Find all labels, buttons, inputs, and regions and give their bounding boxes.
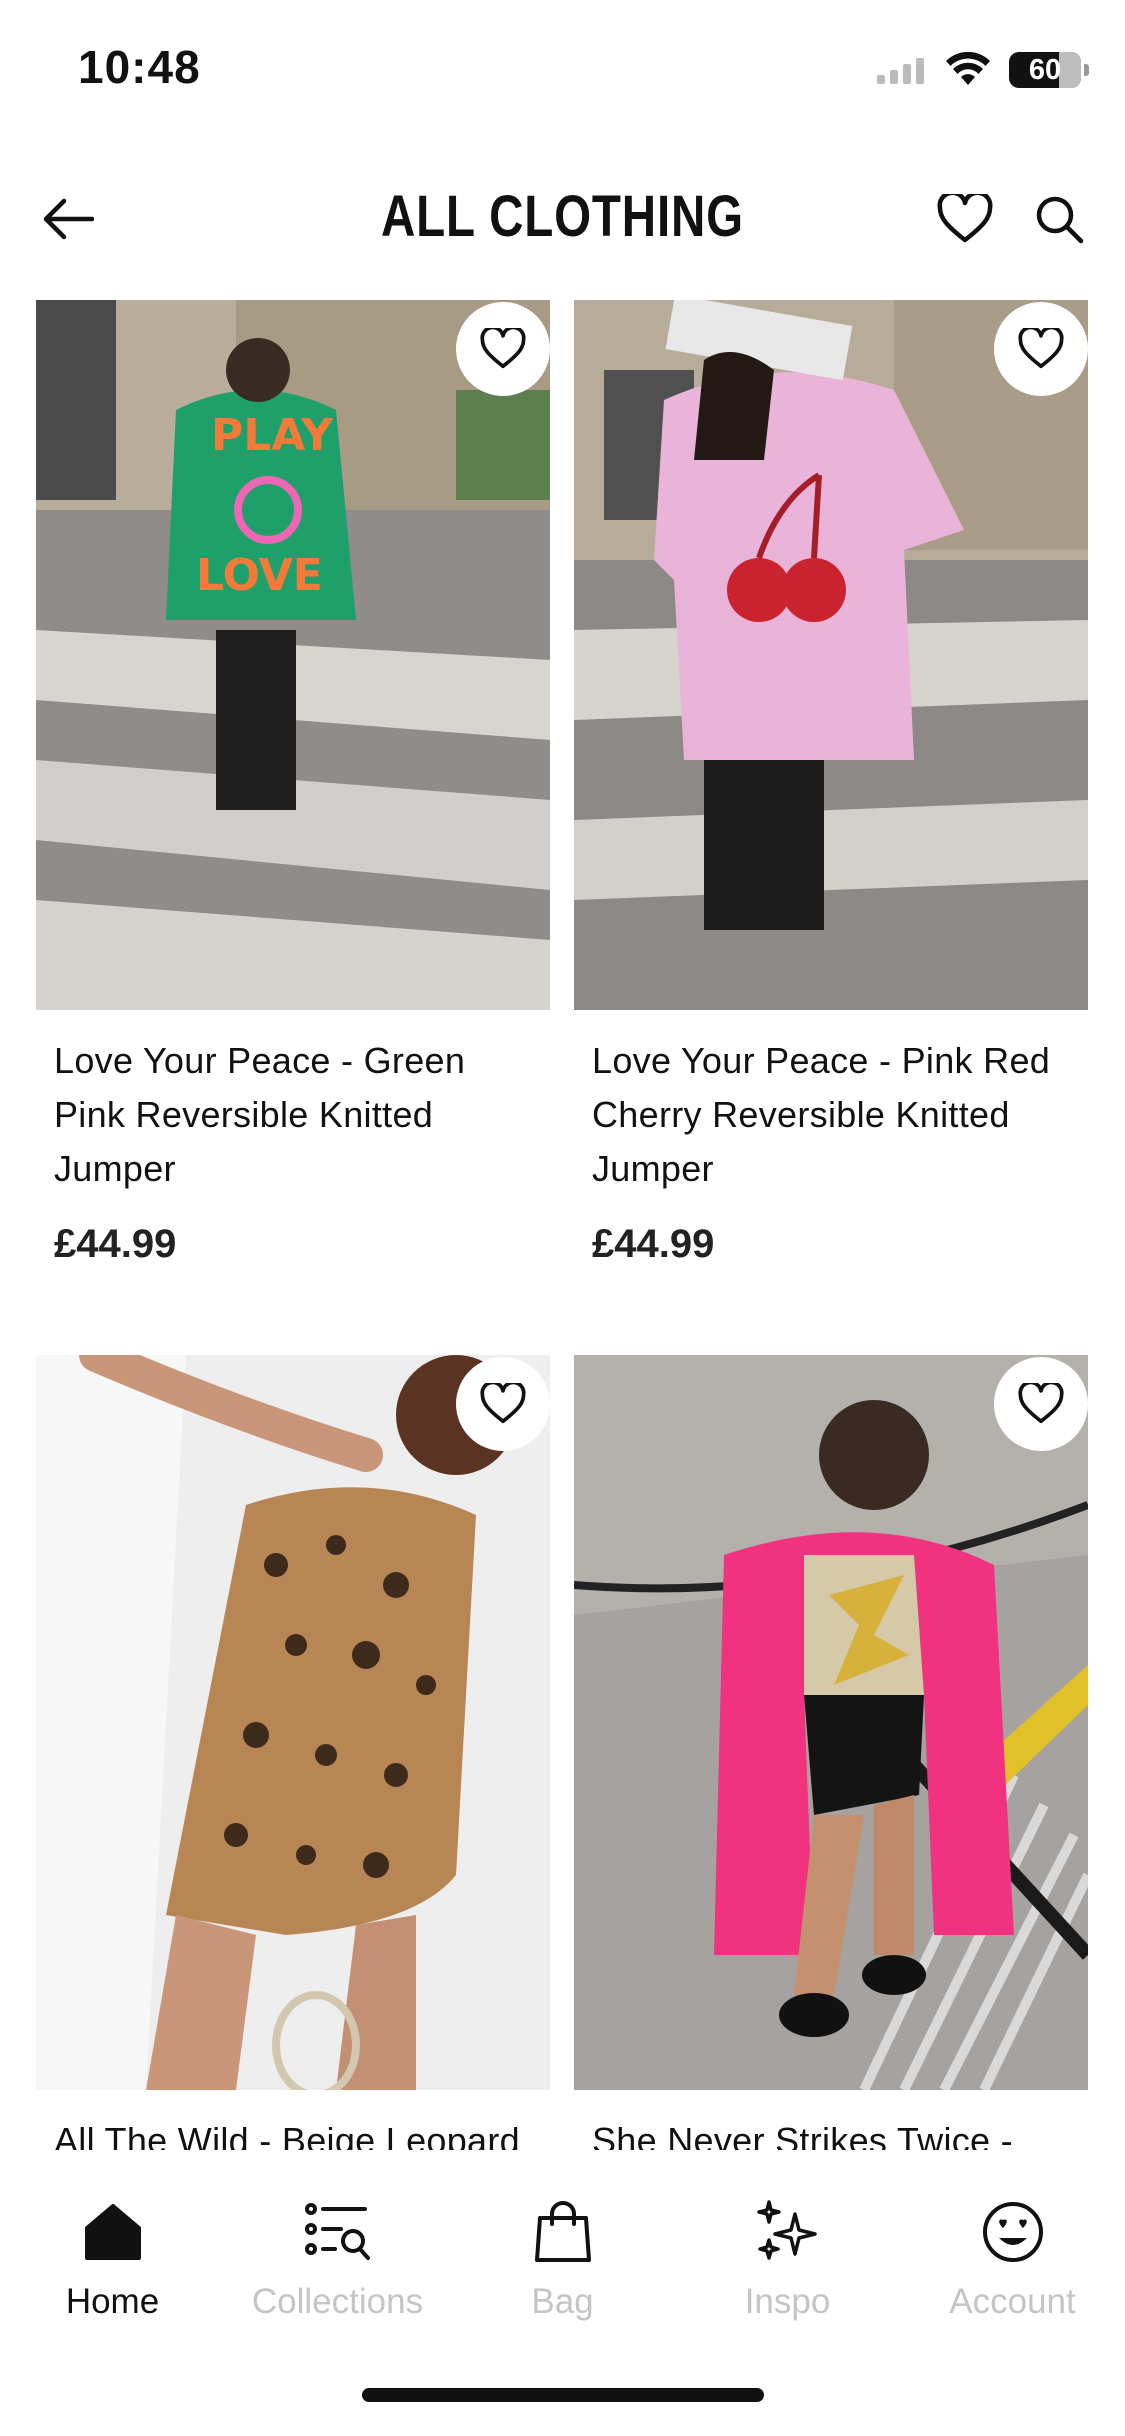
tab-label: Inspo [744, 2282, 831, 2321]
heart-icon [937, 194, 993, 243]
wishlist-button[interactable] [933, 187, 997, 251]
heart-icon [1018, 1383, 1064, 1424]
product-photo [574, 1355, 1088, 2090]
product-image[interactable]: PLAY LOVE [36, 300, 550, 1010]
page-title: ALL CLOTHING [380, 184, 744, 249]
favorite-button[interactable] [994, 302, 1088, 396]
product-photo [36, 1355, 550, 2090]
search-icon [1036, 196, 1084, 244]
product-card[interactable]: Love Your Peace - Pink Red Cherry Revers… [574, 300, 1088, 1267]
product-image[interactable] [36, 1355, 550, 2090]
product-card[interactable]: She Never Strikes Twice - [574, 1355, 1088, 2168]
svg-text:PLAY: PLAY [211, 410, 334, 461]
tab-account[interactable]: Account [900, 2196, 1125, 2322]
favorite-button[interactable] [456, 1357, 550, 1451]
tab-inspo[interactable]: Inspo [675, 2196, 900, 2322]
tab-label: Home [65, 2282, 160, 2321]
heart-icon [480, 328, 526, 369]
svg-text:LOVE: LOVE [196, 550, 323, 601]
smiley-icon [977, 2196, 1049, 2268]
tab-home[interactable]: Home [0, 2196, 225, 2322]
tab-label: Bag [531, 2282, 594, 2321]
product-photo [574, 300, 1088, 1010]
product-price: £44.99 [54, 1222, 177, 1266]
favorite-button[interactable] [456, 302, 550, 396]
search-button[interactable] [1027, 187, 1091, 251]
status-bar: 10:48 60 [0, 0, 1125, 135]
favorite-button[interactable] [994, 1357, 1088, 1451]
status-time: 10:48 [78, 41, 201, 93]
heart-icon [480, 1383, 526, 1424]
status-icons: 60 [875, 48, 1089, 92]
heart-icon [1018, 328, 1064, 369]
collections-icon [302, 2196, 374, 2268]
signal-icon [877, 58, 924, 84]
product-card[interactable]: All The Wild - Beige Leopard [36, 1355, 550, 2168]
tab-bag[interactable]: Bag [450, 2196, 675, 2322]
battery-icon: 60 [1009, 52, 1089, 88]
wifi-icon [946, 52, 990, 85]
product-image[interactable] [574, 300, 1088, 1010]
home-indicator [362, 2388, 764, 2402]
battery-level: 60 [1028, 53, 1062, 86]
back-arrow-icon [43, 198, 94, 240]
nav-header: ALL CLOTHING [0, 175, 1125, 265]
sparkles-icon [752, 2196, 824, 2268]
home-icon [77, 2196, 149, 2268]
tab-label: Account [949, 2282, 1076, 2321]
back-button[interactable] [38, 189, 98, 249]
product-photo: PLAY LOVE [36, 300, 550, 1010]
bag-icon [527, 2196, 599, 2268]
product-name[interactable]: Love Your Peace - Pink Red Cherry Revers… [592, 1034, 1070, 1196]
tab-collections[interactable]: Collections [225, 2196, 450, 2322]
product-image[interactable] [574, 1355, 1088, 2090]
product-price: £44.99 [592, 1222, 715, 1266]
product-card[interactable]: PLAY LOVE Love Your Peace - Green Pink R… [36, 300, 550, 1267]
product-name[interactable]: Love Your Peace - Green Pink Reversible … [54, 1034, 532, 1196]
tab-label: Collections [251, 2282, 424, 2321]
